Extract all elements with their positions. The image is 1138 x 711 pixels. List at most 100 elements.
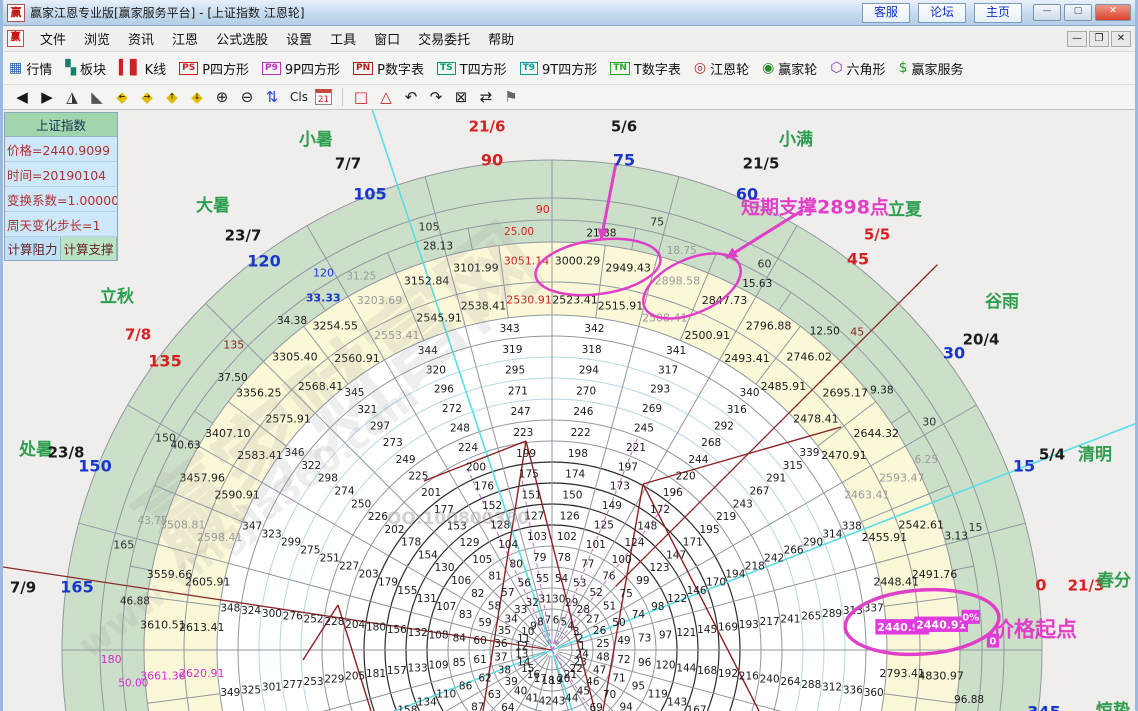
- svg-text:大暑: 大暑: [196, 195, 230, 216]
- svg-text:101: 101: [586, 539, 606, 551]
- close-button[interactable]: ✕: [1095, 4, 1131, 21]
- svg-text:124: 124: [624, 537, 644, 549]
- toolbar-item-六角形[interactable]: ⬡六角形: [830, 59, 885, 78]
- svg-text:74: 74: [632, 609, 646, 621]
- rotate-ccw-icon[interactable]: ↶: [400, 87, 422, 107]
- minimize-button[interactable]: —: [1033, 4, 1061, 21]
- step-left-icon[interactable]: ◆←: [111, 87, 133, 107]
- svg-text:15: 15: [968, 521, 982, 534]
- fit-icon[interactable]: ⇄: [475, 87, 497, 107]
- calendar-icon[interactable]: 21: [315, 89, 332, 105]
- svg-text:99: 99: [636, 575, 649, 587]
- step-up-icon[interactable]: ◆↑: [161, 87, 183, 107]
- toolbar-item-赢家轮[interactable]: ◉赢家轮: [762, 59, 817, 78]
- svg-text:221: 221: [626, 442, 646, 454]
- toolbar-item-板块[interactable]: ▚板块: [65, 59, 106, 78]
- mdi-restore-button[interactable]: ❐: [1089, 31, 1109, 47]
- svg-text:143: 143: [667, 697, 687, 709]
- mdi-close-button[interactable]: ✕: [1111, 31, 1131, 47]
- cursor-up-icon[interactable]: ◮: [61, 87, 83, 107]
- toolbar-label: K线: [145, 59, 167, 78]
- svg-text:174: 174: [565, 469, 585, 481]
- rotate-cw-icon[interactable]: ↷: [425, 87, 447, 107]
- svg-text:341: 341: [666, 345, 686, 357]
- pan-right-icon[interactable]: ▶: [36, 87, 58, 107]
- calc-resistance-button[interactable]: 计算阻力: [5, 237, 61, 260]
- svg-text:41: 41: [526, 692, 539, 704]
- svg-text:312: 312: [822, 682, 842, 694]
- triangle-tool-icon[interactable]: △: [375, 87, 397, 107]
- svg-text:360: 360: [864, 687, 884, 699]
- rect-tool-icon[interactable]: □: [350, 87, 372, 107]
- svg-text:264: 264: [780, 676, 800, 688]
- svg-text:145: 145: [697, 624, 717, 636]
- menu-item-4[interactable]: 公式选股: [207, 27, 277, 50]
- zoom-out-icon[interactable]: ⊖: [236, 87, 258, 107]
- cursor-down-icon[interactable]: ◣: [86, 87, 108, 107]
- svg-text:34.38: 34.38: [277, 315, 307, 327]
- zoom-in-icon[interactable]: ⊕: [211, 87, 233, 107]
- toolbar-item-T数字表[interactable]: TNT数字表: [610, 59, 681, 78]
- pan-left-icon[interactable]: ◀: [11, 87, 33, 107]
- toolbar-item-江恩轮[interactable]: ◎江恩轮: [694, 59, 749, 78]
- quick-link-1[interactable]: 论坛: [918, 3, 966, 23]
- cls-button[interactable]: Cls: [286, 87, 312, 107]
- winner-wheel-icon: ◉: [762, 60, 774, 76]
- svg-text:8: 8: [537, 616, 544, 628]
- gann-wheel-chart-area[interactable]: 1234567891011121314151617181920212223242…: [3, 110, 1135, 711]
- menu-item-0[interactable]: 文件: [31, 27, 75, 50]
- close-box-icon[interactable]: ⊠: [450, 87, 472, 107]
- toolbar-item-P数字表[interactable]: PNP数字表: [353, 59, 424, 78]
- svg-text:105: 105: [472, 554, 492, 566]
- mdi-minimize-button[interactable]: —: [1067, 31, 1087, 47]
- flag-icon[interactable]: ⚑: [500, 87, 522, 107]
- toolbar-item-行情[interactable]: ▦行情: [9, 59, 52, 78]
- quick-link-0[interactable]: 客服: [862, 3, 910, 23]
- drawing-toolbar: ◀▶◮◣◆←◆→◆↑◆↓⊕⊖⇅Cls21 □△↶↷⊠⇄⚑: [3, 85, 1135, 110]
- maximize-button[interactable]: ▢: [1064, 4, 1092, 21]
- toolbar-item-K线[interactable]: ▍▋K线: [119, 59, 166, 78]
- step-right-icon[interactable]: ◆→: [136, 87, 158, 107]
- menu-item-7[interactable]: 窗口: [365, 27, 409, 50]
- menu-item-5[interactable]: 设置: [277, 27, 321, 50]
- svg-text:265: 265: [801, 611, 821, 623]
- toolbar-item-P四方形[interactable]: PSP四方形: [179, 59, 249, 78]
- svg-text:107: 107: [436, 601, 456, 613]
- svg-text:2620.91: 2620.91: [179, 667, 225, 680]
- svg-text:2440.91: 2440.91: [916, 618, 966, 631]
- svg-text:57: 57: [501, 587, 514, 599]
- svg-text:180: 180: [366, 622, 386, 634]
- svg-text:2796.88: 2796.88: [746, 320, 792, 333]
- toolbar-item-9P四方形[interactable]: P99P四方形: [262, 59, 340, 78]
- menu-item-8[interactable]: 交易委托: [409, 27, 479, 50]
- svg-text:2593.47: 2593.47: [879, 471, 925, 484]
- menu-item-1[interactable]: 浏览: [75, 27, 119, 50]
- quotes-grid-icon: ▦: [9, 60, 22, 76]
- toolbar-item-T四方形[interactable]: TST四方形: [437, 59, 507, 78]
- svg-text:61: 61: [473, 654, 486, 666]
- svg-text:133: 133: [408, 662, 428, 674]
- svg-text:201: 201: [421, 487, 441, 499]
- menu-item-2[interactable]: 资讯: [119, 27, 163, 50]
- quick-link-2[interactable]: 主页: [974, 3, 1022, 23]
- svg-text:103: 103: [527, 531, 547, 543]
- toolbar-label: 9T四方形: [542, 59, 597, 78]
- svg-text:168: 168: [697, 665, 717, 677]
- svg-text:251: 251: [320, 553, 340, 565]
- toolbar-item-9T四方形[interactable]: T99T四方形: [520, 59, 598, 78]
- svg-text:197: 197: [618, 461, 638, 473]
- svg-text:15: 15: [1013, 457, 1035, 476]
- menu-item-6[interactable]: 工具: [321, 27, 365, 50]
- svg-text:336: 336: [843, 684, 863, 696]
- toolbar-item-赢家服务[interactable]: $赢家服务: [899, 59, 964, 78]
- menu-item-9[interactable]: 帮助: [479, 27, 523, 50]
- updown-icon[interactable]: ⇅: [261, 87, 283, 107]
- svg-text:38: 38: [498, 664, 511, 676]
- menu-item-3[interactable]: 江恩: [163, 27, 207, 50]
- step-down-icon[interactable]: ◆↓: [186, 87, 208, 107]
- calc-support-button[interactable]: 计算支撑: [61, 237, 117, 260]
- svg-text:181: 181: [366, 668, 386, 680]
- svg-text:248: 248: [450, 422, 470, 434]
- svg-text:165: 165: [60, 578, 93, 597]
- svg-text:146: 146: [687, 585, 707, 597]
